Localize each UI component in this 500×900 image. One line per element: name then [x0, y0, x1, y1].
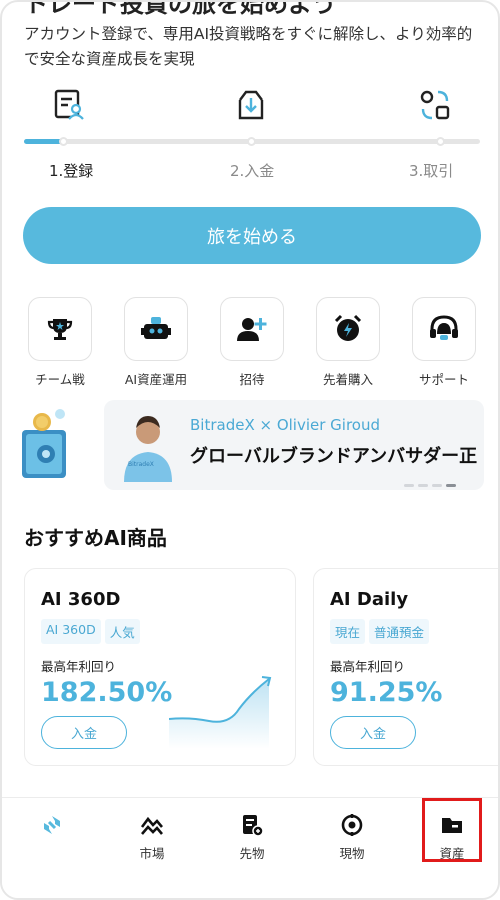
- intro-description: アカウント登録で、専用AI投資戦略をすぐに解除し、より効率的で安全な資産成長を実…: [24, 25, 473, 68]
- alarm-clock-icon: [334, 314, 362, 341]
- shirt-logo: BitradeX: [128, 461, 154, 468]
- quick-action-label: AI資産運用: [124, 372, 188, 387]
- quick-action-tile[interactable]: [412, 297, 476, 361]
- pagination-dot: [418, 484, 428, 487]
- pagination-dot-active: [446, 484, 456, 487]
- futures-icon: [243, 815, 264, 837]
- invite-user-icon: [237, 318, 267, 341]
- yield-sparkline-icon: [169, 676, 272, 749]
- start-journey-button[interactable]: 旅を始める: [23, 207, 481, 264]
- safe-coin-illustration: [22, 409, 66, 478]
- quick-action-tile[interactable]: [316, 297, 380, 361]
- quick-action-tile[interactable]: [28, 297, 92, 361]
- assets-tab-highlight: [422, 798, 482, 862]
- deposit-button[interactable]: 入金: [330, 716, 416, 749]
- product-card-ai-daily[interactable]: AI Daily 現在 普通預金 最高年利回り 91.25% 入金: [313, 568, 498, 766]
- product-name: AI 360D: [41, 589, 121, 610]
- step-progress-bar: [24, 137, 480, 146]
- trade-icon: [420, 90, 450, 120]
- onboarding-steps: [2, 86, 498, 126]
- product-card-ai-360d[interactable]: AI 360D AI 360D 人気 最高年利回り 182.50% 入金: [24, 568, 296, 766]
- tab-market[interactable]: 市場: [122, 813, 182, 862]
- quick-action-team-battle[interactable]: チーム戦: [28, 297, 92, 388]
- tab-label: 現物: [339, 846, 365, 861]
- page-title-partial: トレード投資の旅を始めよう: [24, 0, 336, 18]
- banner-brand: BitradeX × Olivier Giroud: [190, 416, 381, 434]
- deposit-icon: [238, 90, 264, 120]
- spot-icon: [341, 814, 363, 836]
- progress-dot: [436, 137, 445, 146]
- step-label-register: 1.登録: [49, 162, 94, 180]
- quick-action-support[interactable]: サポート: [412, 297, 476, 388]
- product-tag: 現在: [330, 619, 366, 644]
- tab-label: 先物: [239, 846, 265, 861]
- progress-dot: [59, 137, 68, 146]
- trophy-icon: [47, 319, 73, 340]
- product-name: AI Daily: [330, 589, 409, 610]
- app-screen: トレード投資の旅を始めよう アカウント登録で、専用AI投資戦略をすぐに解除し、よ…: [0, 0, 500, 900]
- product-tags: 現在 普通預金: [330, 619, 430, 644]
- step-progress-fill: [24, 139, 63, 144]
- yield-label: 最高年利回り: [330, 659, 406, 674]
- recommended-products-title: おすすめAI商品: [24, 526, 167, 550]
- headset-icon: [430, 315, 458, 340]
- quick-action-ai-asset[interactable]: AI資産運用: [124, 297, 188, 388]
- step-label-deposit: 2.入金: [230, 162, 275, 180]
- progress-dot: [247, 137, 256, 146]
- register-icon: [54, 89, 84, 120]
- home-logo-icon: [44, 816, 60, 834]
- quick-action-first-come[interactable]: 先着購入: [316, 297, 380, 388]
- product-tag: AI 360D: [41, 619, 101, 644]
- product-tag: 普通預金: [369, 619, 430, 644]
- tab-spot[interactable]: 現物: [322, 813, 382, 862]
- tab-futures[interactable]: 先物: [222, 813, 282, 862]
- quick-action-label: チーム戦: [35, 372, 85, 387]
- market-icon: [140, 816, 163, 835]
- pagination-dot: [404, 484, 414, 487]
- quick-action-tile[interactable]: [124, 297, 188, 361]
- deposit-button[interactable]: 入金: [41, 716, 127, 749]
- step-label-trade: 3.取引: [409, 162, 454, 180]
- robot-icon: [141, 317, 171, 339]
- quick-action-invite[interactable]: 招待: [220, 297, 284, 388]
- pagination-dot: [432, 484, 442, 487]
- product-tag: 人気: [104, 619, 140, 644]
- tab-label: 市場: [139, 846, 165, 861]
- product-tags: AI 360D 人気: [41, 619, 140, 644]
- tab-home[interactable]: [22, 813, 82, 843]
- yield-value: 182.50%: [41, 677, 173, 708]
- yield-label: 最高年利回り: [41, 659, 117, 674]
- quick-action-label: サポート: [418, 372, 469, 387]
- ambassador-photo: BitradeX: [120, 408, 176, 482]
- quick-action-tile[interactable]: [220, 297, 284, 361]
- ambassador-banner[interactable]: BitradeX BitradeX × Olivier Giroud グローバル…: [104, 400, 484, 490]
- quick-action-label: 招待: [239, 372, 265, 387]
- banner-subtitle: グローバルブランドアンバサダー正: [190, 446, 478, 467]
- banner-pagination: [404, 472, 460, 490]
- yield-value: 91.25%: [330, 677, 443, 708]
- quick-action-label: 先着購入: [322, 372, 373, 387]
